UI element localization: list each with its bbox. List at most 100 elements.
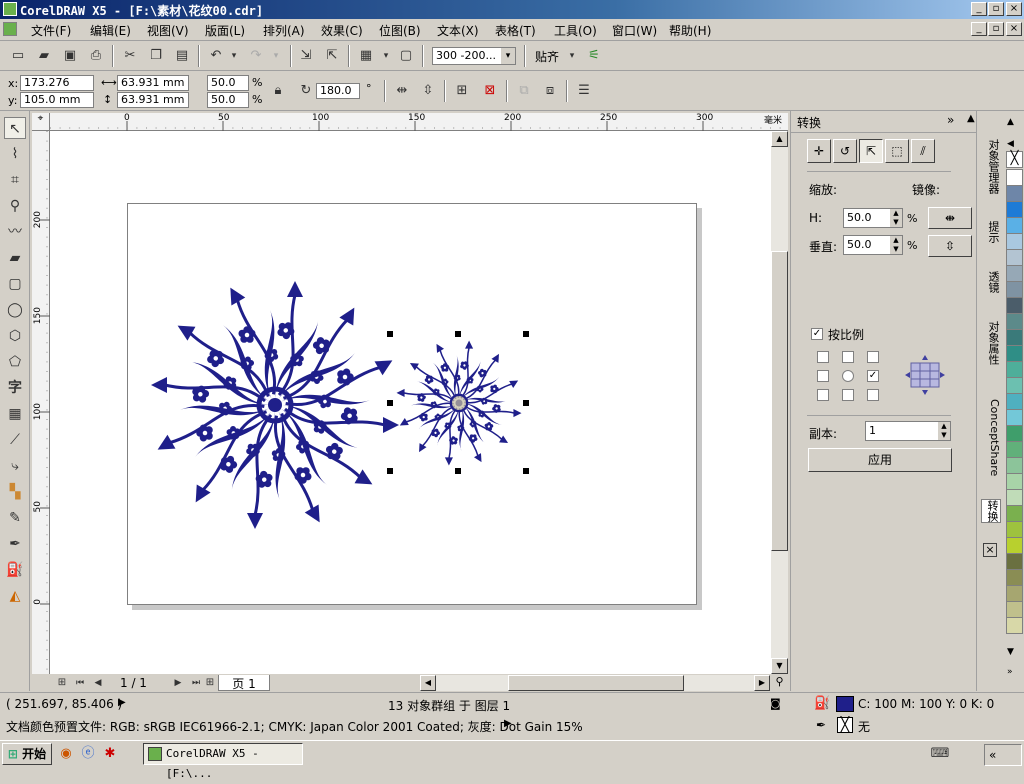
status-arrow-icon[interactable]: ▶ xyxy=(118,697,126,708)
palette-swatch[interactable] xyxy=(1006,505,1023,522)
copies-spinner[interactable]: ▲ ▼ xyxy=(938,422,950,440)
options-icon[interactable]: ⚟ xyxy=(584,46,604,66)
proportional-checkbox[interactable]: ✓ xyxy=(811,328,823,340)
anchor-bottom-left[interactable] xyxy=(817,389,829,401)
outline-none-icon[interactable]: ╳ xyxy=(837,717,853,733)
minimize-button[interactable]: _ xyxy=(971,2,987,16)
menu-text[interactable]: 文本(X) xyxy=(437,22,479,39)
anchor-top-left[interactable] xyxy=(817,351,829,363)
chrome-icon[interactable]: ◉ xyxy=(56,744,76,764)
palette-swatch[interactable] xyxy=(1006,617,1023,634)
selection-handle-top-right[interactable] xyxy=(523,331,529,337)
crop-tool-icon[interactable]: ⌗ xyxy=(4,169,26,191)
menu-layout[interactable]: 版面(L) xyxy=(205,22,245,39)
pick-tool-icon[interactable]: ↖ xyxy=(4,117,26,139)
palette-swatch[interactable] xyxy=(1006,345,1023,362)
redo-dropdown-icon[interactable]: ▾ xyxy=(266,46,286,66)
selection-handle-bottom[interactable] xyxy=(455,468,461,474)
mirror-vertical-icon[interactable]: ⇳ xyxy=(418,81,438,101)
menu-view[interactable]: 视图(V) xyxy=(147,22,189,39)
anchor-bottom-right[interactable] xyxy=(867,389,879,401)
large-floral-ornament[interactable] xyxy=(150,280,400,530)
palette-swatch[interactable] xyxy=(1006,233,1023,250)
palette-swatch[interactable] xyxy=(1006,249,1023,266)
open-icon[interactable]: ▰ xyxy=(34,46,54,66)
conceptshare-tab[interactable]: ConceptShare xyxy=(981,399,1001,476)
keyboard-tray-icon[interactable]: ⌨ xyxy=(930,744,950,764)
palette-swatch[interactable] xyxy=(1006,537,1023,554)
snap-to-menu[interactable]: 贴齐 xyxy=(535,48,559,65)
palette-scroll-down-icon[interactable]: ▼ xyxy=(1007,647,1014,657)
ie-icon[interactable]: ⓔ xyxy=(78,744,98,764)
quicklaunch-app-icon[interactable]: ✱ xyxy=(100,744,120,764)
object-manager-tab[interactable]: 对象管理器 xyxy=(981,139,1001,194)
scale-y-input[interactable]: 50.0 xyxy=(207,92,249,108)
menu-window[interactable]: 窗口(W) xyxy=(612,22,657,39)
palette-swatch[interactable] xyxy=(1006,457,1023,474)
basic-shapes-tool-icon[interactable]: ⬠ xyxy=(4,351,26,373)
start-button[interactable]: ⊞ 开始 xyxy=(2,743,52,765)
new-icon[interactable]: ▭ xyxy=(8,46,28,66)
height-input[interactable]: 63.931 mm xyxy=(117,92,189,108)
palette-swatch[interactable] xyxy=(1006,553,1023,570)
anchor-middle-left[interactable] xyxy=(817,370,829,382)
scale-mirror-mode-icon[interactable]: ⇱ xyxy=(859,139,883,163)
object-properties-tab[interactable]: 对象属性 xyxy=(981,321,1001,365)
width-input[interactable]: 63.931 mm xyxy=(117,75,189,91)
scroll-right-button[interactable]: ▶ xyxy=(754,675,770,691)
zoom-dropdown-icon[interactable]: ▾ xyxy=(501,48,515,64)
ungroup-icon[interactable]: ⊠ xyxy=(480,81,500,101)
palette-swatch[interactable] xyxy=(1006,329,1023,346)
status-settings-icon[interactable]: ◙ xyxy=(770,697,781,710)
import-icon[interactable]: ⇲ xyxy=(296,46,316,66)
palette-swatch[interactable] xyxy=(1006,377,1023,394)
palette-swatch[interactable] xyxy=(1006,569,1023,586)
page-tab-1[interactable]: 页 1 xyxy=(218,675,270,691)
welcome-screen-icon[interactable]: ▢ xyxy=(396,46,416,66)
freehand-tool-icon[interactable]: 〰 xyxy=(4,221,26,243)
palette-flyout-icon[interactable]: ◀ xyxy=(1007,139,1014,149)
connector-tool-icon[interactable]: ⤷ xyxy=(4,455,26,477)
anchor-middle-right[interactable]: ✓ xyxy=(867,370,879,382)
palette-swatch[interactable] xyxy=(1006,169,1023,186)
copies-input[interactable]: 1 ▲ ▼ xyxy=(865,421,951,441)
docker-expand-icon[interactable]: » xyxy=(947,113,954,127)
palette-swatch[interactable] xyxy=(1006,441,1023,458)
palette-swatch[interactable] xyxy=(1006,601,1023,618)
redo-icon[interactable]: ↷ xyxy=(246,46,266,66)
text-tool-icon[interactable]: 字 xyxy=(4,377,26,399)
palette-swatch[interactable] xyxy=(1006,521,1023,538)
menu-bitmaps[interactable]: 位图(B) xyxy=(379,22,421,39)
palette-swatch[interactable] xyxy=(1006,473,1023,490)
application-launcher-icon[interactable]: ▦ xyxy=(356,46,376,66)
menu-table[interactable]: 表格(T) xyxy=(495,22,536,39)
smart-fill-tool-icon[interactable]: ▰ xyxy=(4,247,26,269)
taskbar-coreldraw-button[interactable]: CorelDRAW X5 - [F:\... xyxy=(143,743,303,780)
scroll-down-button[interactable]: ▼ xyxy=(771,658,788,674)
profile-arrow-icon[interactable]: ▶ xyxy=(504,718,512,729)
selection-handle-bottom-right[interactable] xyxy=(523,468,529,474)
selection-handle-left[interactable] xyxy=(387,400,393,406)
y-position-input[interactable]: 105.0 mm xyxy=(20,92,94,108)
dimension-tool-icon[interactable]: ⟋ xyxy=(4,429,26,451)
close-docker-tab-icon[interactable]: × xyxy=(983,543,997,557)
docker-collapse-icon[interactable]: ▲ xyxy=(967,113,975,124)
x-position-input[interactable]: 173.276 mm xyxy=(20,75,94,103)
palette-swatch[interactable] xyxy=(1006,265,1023,282)
close-button[interactable]: × xyxy=(1006,2,1022,16)
h-scale-input[interactable]: 50.0 ▲ ▼ xyxy=(843,208,903,228)
interactive-fill-tool-icon[interactable]: ◭ xyxy=(4,585,26,607)
palette-swatch[interactable] xyxy=(1006,585,1023,602)
rectangle-tool-icon[interactable]: ▢ xyxy=(4,273,26,295)
palette-scroll-up-icon[interactable]: ▲ xyxy=(1007,117,1014,127)
combine-icon[interactable]: ⧉ xyxy=(514,81,534,101)
v-scale-spinner[interactable]: ▲ ▼ xyxy=(890,236,902,254)
zoom-tool-icon[interactable]: ⚲ xyxy=(4,195,26,217)
menu-help[interactable]: 帮助(H) xyxy=(669,22,711,39)
palette-expand-icon[interactable]: » xyxy=(1007,667,1013,677)
palette-swatch[interactable] xyxy=(1006,489,1023,506)
rotate-mode-icon[interactable]: ↺ xyxy=(833,139,857,163)
mirror-vertical-button[interactable]: ⇳ xyxy=(928,235,972,257)
paste-icon[interactable]: ▤ xyxy=(172,46,192,66)
menu-edit[interactable]: 编辑(E) xyxy=(90,22,131,39)
